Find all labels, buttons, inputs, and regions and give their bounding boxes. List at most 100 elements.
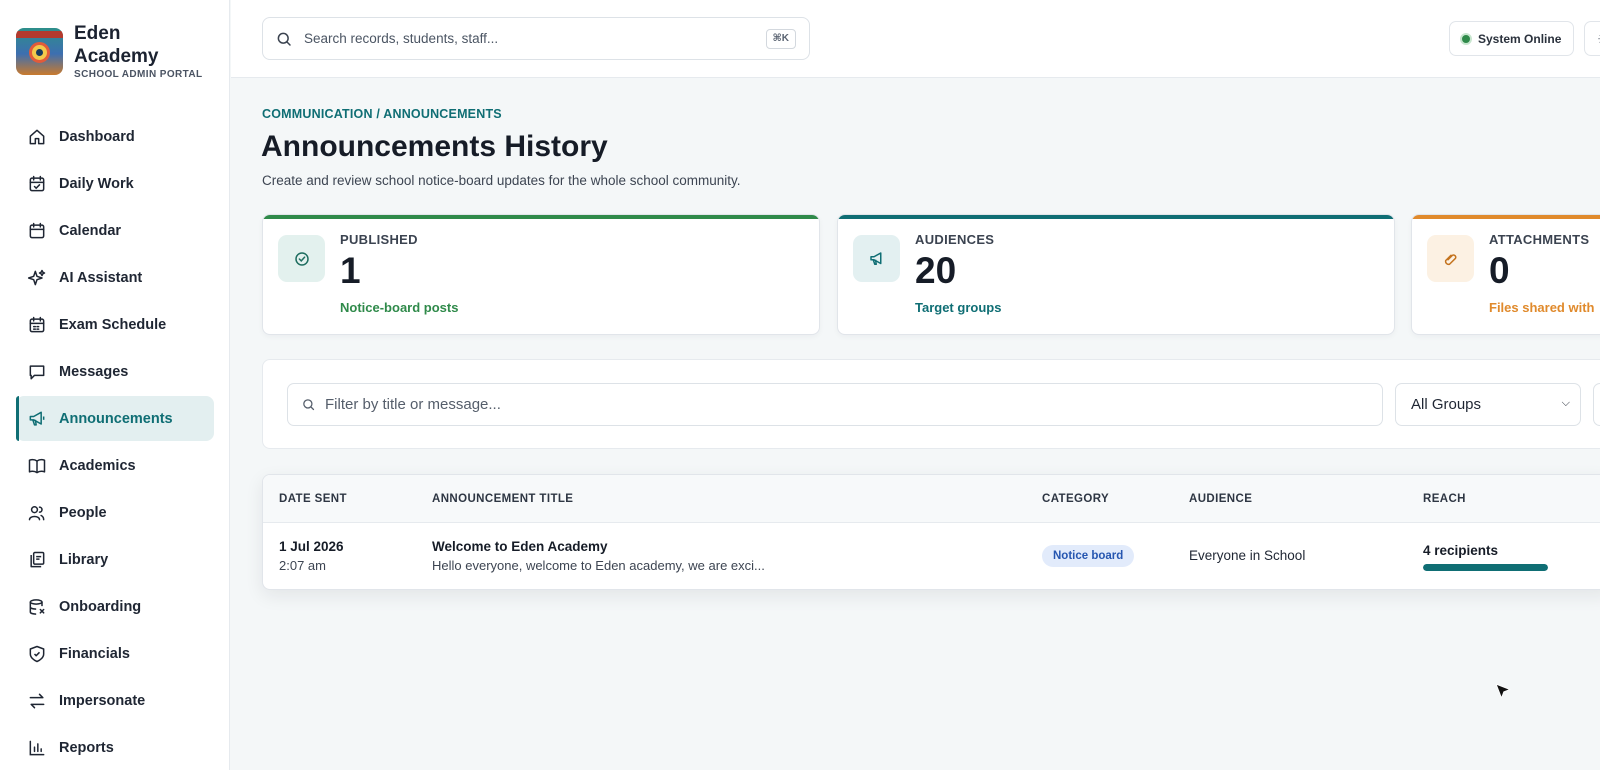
stat-caption: Notice-board posts — [340, 300, 459, 315]
brand[interactable]: Eden Academy SCHOOL ADMIN PORTAL — [16, 22, 203, 80]
sidebar-item-financials[interactable]: Financials — [16, 631, 214, 676]
swap-icon — [29, 693, 45, 708]
filter-panel: Filter by title or message... All Groups… — [262, 359, 1600, 449]
sidebar-item-label: Library — [59, 551, 109, 568]
stat-value: 1 — [340, 250, 361, 291]
megaphone-icon — [853, 235, 900, 282]
row-message-preview: Hello everyone, welcome to Eden academy,… — [432, 558, 765, 573]
stat-value: 20 — [915, 250, 957, 291]
sidebar-item-label: Daily Work — [59, 175, 134, 192]
sidebar-item-dashboard[interactable]: Dashboard — [16, 114, 214, 159]
chevron-down-icon: ⌵ — [1561, 397, 1570, 409]
search-icon — [277, 32, 291, 46]
page-title: Announcements History — [261, 130, 608, 163]
stat-value: 0 — [1489, 250, 1510, 291]
filter-extra-control[interactable] — [1593, 383, 1600, 426]
sidebar-nav: Dashboard Daily Work Calendar AI Assista… — [16, 114, 214, 770]
sidebar-item-label: Reports — [59, 739, 114, 756]
sidebar-item-ai-assistant[interactable]: AI Assistant — [16, 255, 214, 300]
mouse-cursor-icon — [1495, 683, 1511, 699]
brand-name: Eden Academy — [74, 23, 159, 67]
sidebar-item-onboarding[interactable]: Onboarding — [16, 584, 214, 629]
shield-icon — [29, 645, 45, 662]
sidebar-item-label: Calendar — [59, 222, 122, 239]
search-icon — [303, 399, 315, 411]
stat-card-attachments: ATTACHMENTS 0 Files shared with — [1411, 214, 1600, 335]
column-header-date[interactable]: DATE SENT — [279, 493, 347, 505]
sparkles-icon — [27, 269, 46, 285]
stat-label: ATTACHMENTS — [1489, 232, 1590, 247]
database-icon — [29, 598, 45, 615]
stat-caption: Files shared with — [1489, 300, 1595, 315]
sidebar-item-academics[interactable]: Academics — [16, 443, 214, 488]
column-header-audience[interactable]: AUDIENCE — [1189, 493, 1252, 505]
sidebar-item-impersonate[interactable]: Impersonate — [16, 678, 214, 723]
status-dot-icon — [1460, 32, 1472, 45]
column-header-reach[interactable]: REACH — [1423, 493, 1466, 505]
filter-search-input[interactable]: Filter by title or message... — [287, 383, 1383, 426]
sidebar-item-exam-schedule[interactable]: Exam Schedule — [16, 302, 214, 347]
check-circle-icon — [278, 235, 325, 282]
stat-card-audiences: AUDIENCES 20 Target groups — [837, 214, 1395, 335]
sidebar-item-announcements[interactable]: Announcements — [16, 396, 214, 441]
select-value: All Groups — [1411, 396, 1482, 413]
calendar-icon — [29, 222, 45, 238]
sidebar-item-label: Impersonate — [59, 692, 146, 709]
reach-progress-fill — [1423, 564, 1548, 571]
row-title[interactable]: Welcome to Eden Academy — [432, 539, 608, 554]
audience-group-select[interactable]: All Groups ⌵ — [1395, 383, 1581, 426]
library-icon — [30, 551, 45, 567]
breadcrumb: COMMUNICATION / ANNOUNCEMENTS — [262, 107, 502, 121]
message-icon — [29, 364, 45, 379]
category-badge: Notice board — [1042, 545, 1135, 567]
sidebar-item-library[interactable]: Library — [16, 537, 214, 582]
global-search-input[interactable]: Search records, students, staff... ⌘K — [262, 17, 810, 60]
column-header-category[interactable]: CATEGORY — [1042, 493, 1109, 505]
table-header: DATE SENT ANNOUNCEMENT TITLE CATEGORY AU… — [263, 475, 1600, 523]
calendar-grid-icon — [29, 316, 45, 332]
search-shortcut-badge: ⌘K — [765, 29, 796, 49]
row-audience: Everyone in School — [1189, 548, 1306, 563]
sidebar-item-label: AI Assistant — [59, 269, 143, 286]
filter-placeholder: Filter by title or message... — [325, 396, 501, 413]
sidebar-item-label: Announcements — [59, 410, 173, 427]
topbar: Search records, students, staff... ⌘K Sy… — [231, 0, 1600, 78]
row-time: 2:07 am — [279, 558, 326, 573]
bar-chart-icon — [29, 740, 45, 755]
column-header-title[interactable]: ANNOUNCEMENT TITLE — [432, 493, 573, 505]
brand-subtitle: SCHOOL ADMIN PORTAL — [74, 69, 203, 80]
search-placeholder: Search records, students, staff... — [304, 31, 499, 46]
calendar-check-icon — [29, 175, 45, 191]
megaphone-icon — [29, 411, 45, 426]
sidebar-item-daily-work[interactable]: Daily Work — [16, 161, 214, 206]
sidebar: Eden Academy SCHOOL ADMIN PORTAL Dashboa… — [0, 0, 230, 770]
system-status-badge: System Online — [1449, 21, 1575, 56]
stat-caption: Target groups — [915, 300, 1002, 315]
sidebar-item-label: People — [59, 504, 107, 521]
sidebar-item-label: Dashboard — [59, 128, 135, 145]
sidebar-item-reports[interactable]: Reports — [16, 725, 214, 770]
theme-toggle-button[interactable]: ☀ — [1584, 21, 1600, 56]
row-reach: 4 recipients — [1423, 543, 1499, 558]
sidebar-item-label: Onboarding — [59, 598, 142, 615]
users-icon — [28, 505, 45, 520]
row-date: 1 Jul 2026 — [279, 539, 344, 554]
page-subtitle: Create and review school notice-board up… — [262, 173, 741, 188]
stat-label: PUBLISHED — [340, 232, 418, 247]
stat-label: AUDIENCES — [915, 232, 995, 247]
stat-card-published: PUBLISHED 1 Notice-board posts — [262, 214, 820, 335]
sidebar-item-label: Exam Schedule — [59, 316, 167, 333]
sidebar-item-label: Messages — [59, 363, 129, 380]
paperclip-icon — [1427, 235, 1474, 282]
home-icon — [29, 129, 45, 144]
sidebar-item-calendar[interactable]: Calendar — [16, 208, 214, 253]
sidebar-item-label: Academics — [59, 457, 136, 474]
system-status-text: System Online — [1478, 31, 1562, 46]
announcements-table: DATE SENT ANNOUNCEMENT TITLE CATEGORY AU… — [262, 474, 1600, 590]
sidebar-item-people[interactable]: People — [16, 490, 214, 535]
sidebar-item-label: Financials — [59, 645, 130, 662]
book-icon — [28, 458, 46, 473]
school-logo — [16, 28, 63, 75]
reach-progress-bar — [1423, 564, 1548, 571]
sidebar-item-messages[interactable]: Messages — [16, 349, 214, 394]
